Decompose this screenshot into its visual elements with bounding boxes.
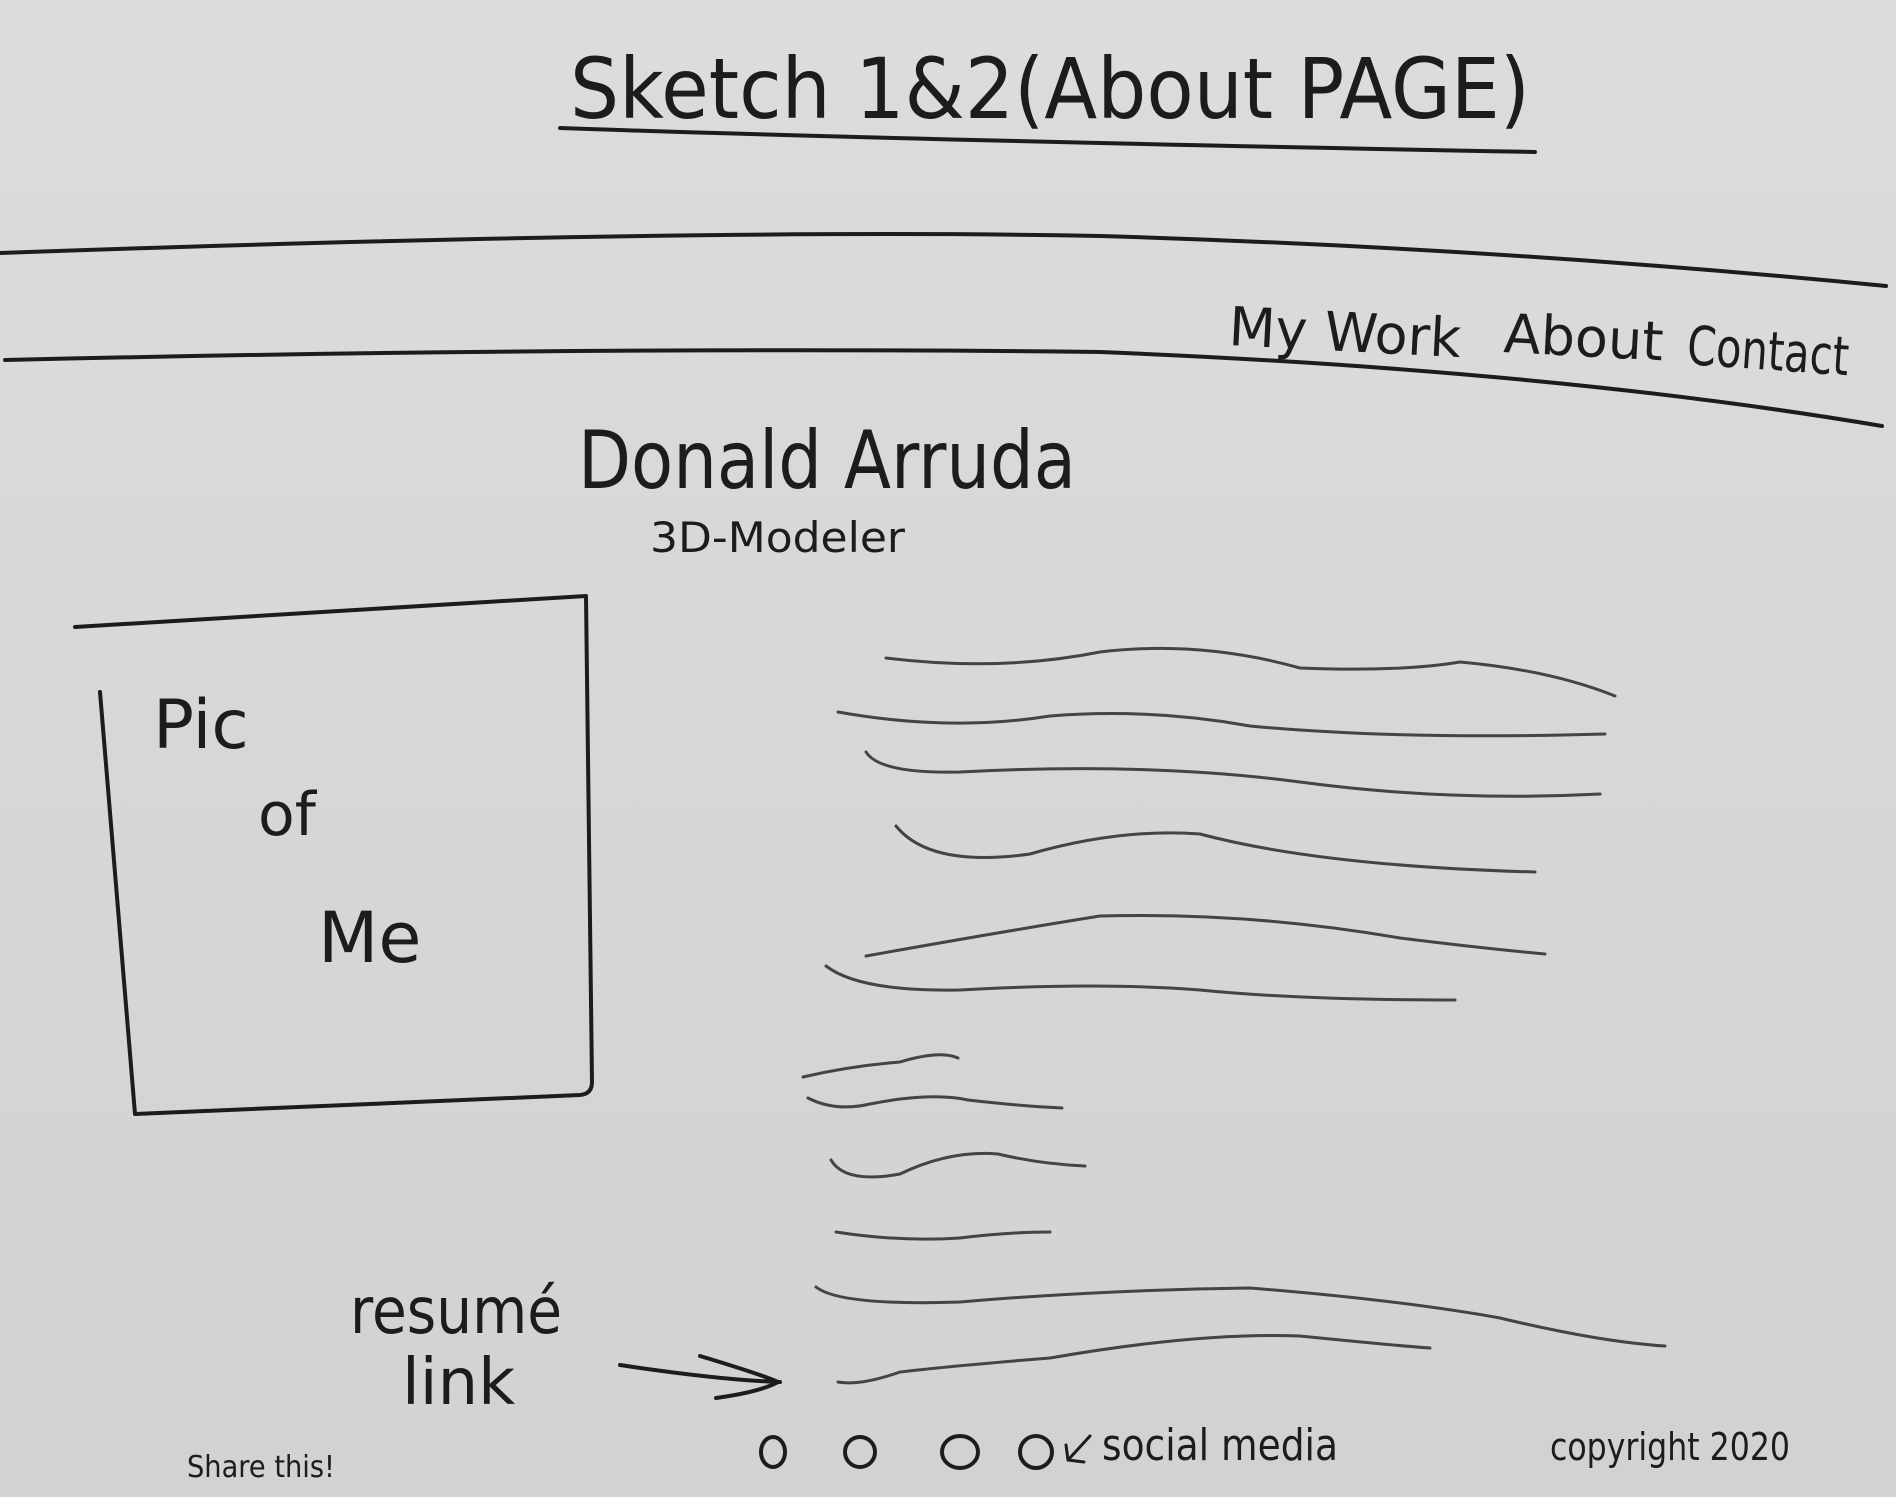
text-line-placeholder [836,1333,1432,1385]
resume-arrow-icon [618,1354,782,1400]
text-line-placeholder [884,646,1617,698]
text-line-placeholder [824,964,1457,1002]
circle-icon[interactable] [843,1435,877,1469]
wireframe-sketch: Sketch 1&2(About PAGE) My Work About Con… [0,40,1888,1485]
text-line-placeholder [836,710,1607,738]
text-line-placeholder [801,1053,960,1079]
text-line-placeholder [834,1230,1052,1241]
social-icons [759,1434,1092,1470]
text-line-placeholder [829,1151,1087,1179]
profile-name: Donald Arruda [578,414,1076,507]
pointer-arrow-icon [1064,1434,1092,1464]
photo-label-pic: Pic [153,686,249,765]
photo-label-me: Me [318,897,421,979]
social-media-label: social media [1102,1420,1338,1471]
bio-text-placeholder [824,646,1617,1002]
text-line-placeholder [894,824,1537,874]
profile-role: 3D-Modeler [650,513,906,562]
nav-item-contact[interactable]: Contact [1685,314,1851,388]
nav-item-my-work[interactable]: My Work [1227,295,1463,370]
text-line-placeholder [864,913,1547,958]
circle-icon[interactable] [759,1435,787,1469]
header-top-line [0,232,1888,288]
resume-link-label-2[interactable]: link [402,1346,515,1420]
sketch-title: Sketch 1&2(About PAGE) [570,40,1530,138]
copyright-text: copyright 2020 [1550,1425,1790,1469]
paper-sheet: Sketch 1&2(About PAGE) My Work About Con… [0,0,1896,1497]
circle-icon[interactable] [940,1434,980,1470]
text-line-placeholder [806,1095,1064,1110]
resume-link-label[interactable]: resumé [350,1275,562,1349]
bio-text-placeholder-2 [801,1053,1667,1385]
photo-label-of: of [258,780,318,850]
text-line-placeholder [864,750,1602,798]
nav-item-about[interactable]: About [1502,302,1665,373]
circle-icon[interactable] [1018,1434,1054,1470]
photo-placeholder-box [73,594,594,1116]
share-link[interactable]: Share this! [187,1450,335,1485]
